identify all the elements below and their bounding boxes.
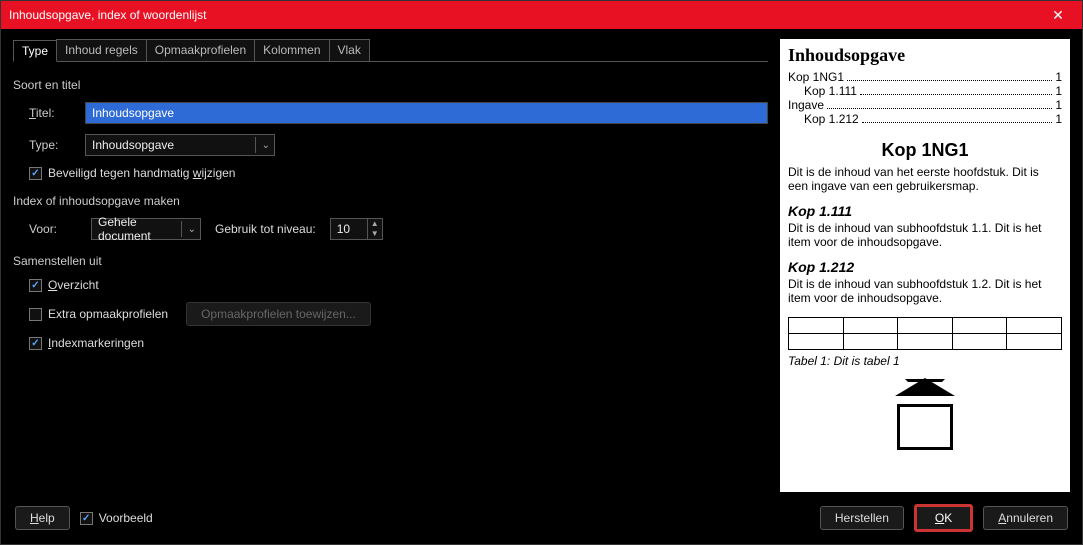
group-type-title: Soort en titel	[13, 78, 768, 92]
cancel-button[interactable]: Annuleren	[983, 506, 1068, 530]
level-spinner[interactable]: ▲ ▼	[330, 218, 383, 240]
extra-styles-checkbox[interactable]: Extra opmaakprofielen	[29, 307, 168, 321]
toc-line: Ingave1	[788, 98, 1062, 112]
assign-styles-button: Opmaakprofielen toewijzen...	[186, 302, 371, 326]
toc-line: Kop 1NG11	[788, 70, 1062, 84]
preview-sub-h: Kop 1.212	[788, 259, 1062, 275]
preview-sub-h: Kop 1.111	[788, 203, 1062, 219]
preview-checkbox-label: Voorbeeld	[99, 511, 153, 525]
preview-para: Dit is de inhoud van subhoofdstuk 1.1. D…	[788, 221, 1062, 249]
tab-type[interactable]: Type	[13, 40, 57, 62]
toc-line: Kop 1.2121	[788, 112, 1062, 126]
help-button[interactable]: Help	[15, 506, 70, 530]
protect-label: Beveiligd tegen handmatig wijzigen	[48, 166, 235, 180]
preview-section-h: Kop 1NG1	[788, 140, 1062, 161]
close-icon[interactable]: ✕	[1042, 1, 1074, 29]
index-marks-checkbox[interactable]: Indexmarkeringen	[29, 336, 144, 350]
tab-inhoud-regels[interactable]: Inhoud regels	[56, 39, 147, 61]
title-label: Titel:	[29, 106, 77, 120]
outline-checkbox[interactable]: Overzicht	[29, 278, 99, 292]
for-select-value: Gehele document	[98, 215, 175, 243]
preview-table	[788, 317, 1062, 350]
preview-para: Dit is de inhoud van het eerste hoofdstu…	[788, 165, 1062, 193]
tab-vlak[interactable]: Vlak	[329, 39, 370, 61]
preview-para: Dit is de inhoud van subhoofdstuk 1.2. D…	[788, 277, 1062, 305]
level-label: Gebruik tot niveau:	[215, 222, 316, 236]
checkbox-icon	[80, 512, 93, 525]
group-index-title: Index of inhoudsopgave maken	[13, 194, 768, 208]
chevron-down-icon: ⌄	[255, 137, 270, 153]
title-input[interactable]	[85, 102, 768, 124]
type-select[interactable]: Inhoudsopgave ⌄	[85, 134, 275, 156]
preview-checkbox[interactable]: Voorbeeld	[80, 511, 153, 525]
checkbox-icon	[29, 337, 42, 350]
preview-caption: Tabel 1: Dit is tabel 1	[788, 354, 1062, 368]
protect-checkbox[interactable]: Beveiligd tegen handmatig wijzigen	[29, 166, 235, 180]
chevron-down-icon: ⌄	[181, 221, 196, 237]
ok-button[interactable]: OK	[914, 504, 973, 532]
checkbox-icon	[29, 279, 42, 292]
type-select-value: Inhoudsopgave	[92, 138, 174, 152]
extra-styles-label: Extra opmaakprofielen	[48, 307, 168, 321]
reset-button[interactable]: Herstellen	[820, 506, 904, 530]
tab-kolommen[interactable]: Kolommen	[254, 39, 329, 61]
for-select[interactable]: Gehele document ⌄	[91, 218, 201, 240]
for-label: Voor:	[29, 222, 77, 236]
window-title: Inhoudsopgave, index of woordenlijst	[9, 8, 1042, 22]
outline-label: Overzicht	[48, 278, 99, 292]
index-marks-label: Indexmarkeringen	[48, 336, 144, 350]
preview-heading: Inhoudsopgave	[788, 45, 1062, 66]
tabset: TypeInhoud regelsOpmaakprofielenKolommen…	[13, 39, 768, 62]
group-compose-title: Samenstellen uit	[13, 254, 768, 268]
checkbox-icon	[29, 308, 42, 321]
toc-line: Kop 1.1111	[788, 84, 1062, 98]
tab-opmaakprofielen[interactable]: Opmaakprofielen	[146, 39, 255, 61]
spin-down-icon[interactable]: ▼	[368, 229, 382, 239]
level-input[interactable]	[331, 219, 367, 239]
preview-image	[897, 404, 953, 450]
preview-panel: Inhoudsopgave Kop 1NG11Kop 1.1111Ingave1…	[780, 39, 1070, 492]
type-label: Type:	[29, 138, 77, 152]
checkbox-icon	[29, 167, 42, 180]
spin-up-icon[interactable]: ▲	[368, 219, 382, 229]
